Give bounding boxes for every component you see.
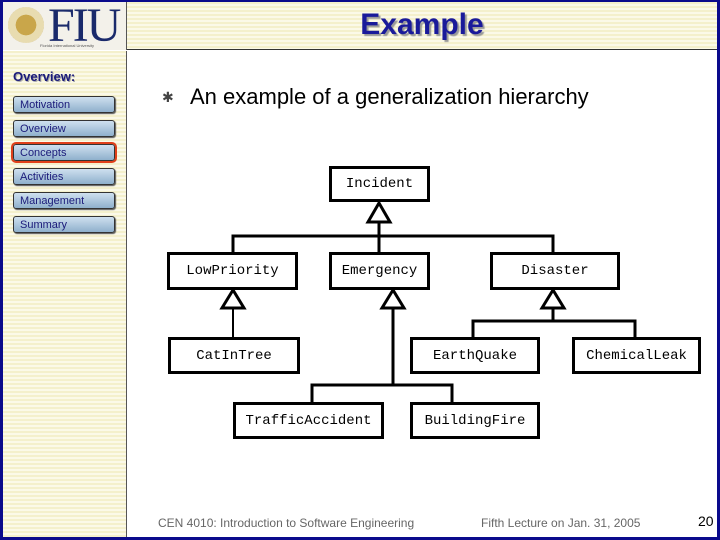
class-catintree: CatInTree bbox=[168, 337, 300, 374]
page-number: 20 bbox=[698, 513, 714, 529]
connector-emergency-right bbox=[393, 383, 454, 402]
class-trafficaccident: TrafficAccident bbox=[233, 402, 384, 439]
inheritance-triangle-icon bbox=[539, 287, 567, 310]
connector-incident bbox=[231, 222, 381, 252]
connector-disaster-right bbox=[553, 319, 637, 337]
class-emergency: Emergency bbox=[329, 252, 430, 290]
connector-emergency bbox=[310, 308, 395, 402]
connector-incident-right bbox=[379, 234, 555, 252]
class-lowpriority: LowPriority bbox=[167, 252, 298, 290]
connector-disaster bbox=[471, 308, 555, 337]
inheritance-triangle-icon bbox=[219, 287, 247, 310]
class-earthquake: EarthQuake bbox=[410, 337, 540, 374]
class-chemicalleak: ChemicalLeak bbox=[572, 337, 701, 374]
inheritance-triangle-icon bbox=[379, 287, 407, 310]
footer-lecture: Fifth Lecture on Jan. 31, 2005 bbox=[481, 516, 641, 530]
class-disaster: Disaster bbox=[490, 252, 620, 290]
class-buildingfire: BuildingFire bbox=[410, 402, 540, 439]
class-incident: Incident bbox=[329, 166, 430, 202]
inheritance-triangle-icon bbox=[365, 200, 393, 224]
footer-course: CEN 4010: Introduction to Software Engin… bbox=[158, 516, 415, 530]
